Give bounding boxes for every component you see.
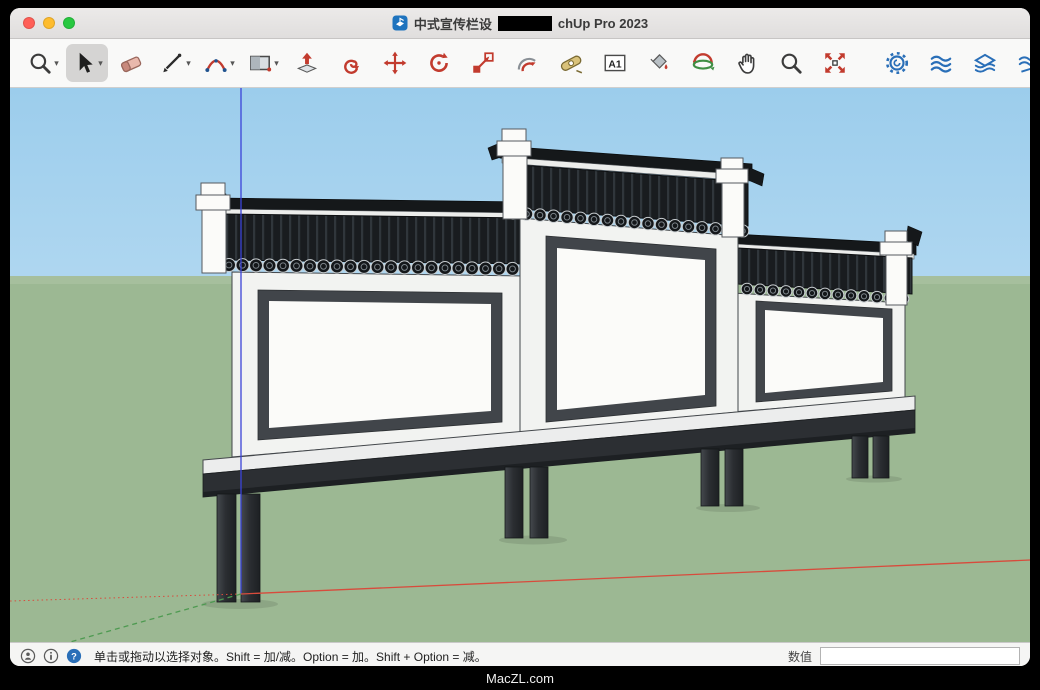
tool-orbit-button[interactable]	[682, 44, 724, 82]
fog-icon	[928, 50, 954, 76]
tool-zoom-button[interactable]	[770, 44, 812, 82]
push-pull-icon	[294, 50, 320, 76]
tool-fog-button[interactable]	[920, 44, 962, 82]
model-right-panel[interactable]	[732, 226, 922, 412]
help-icon[interactable]: ?	[66, 648, 82, 664]
sandbox-icon	[1016, 50, 1030, 76]
orbit-icon	[690, 50, 716, 76]
close-button[interactable]	[23, 17, 35, 29]
status-hint: 单击或拖动以选择对象。Shift = 加/减。Option = 加。Shift …	[94, 648, 487, 665]
select-icon	[71, 50, 97, 76]
zoom-window-button[interactable]	[63, 17, 75, 29]
tape-measure-icon	[558, 50, 584, 76]
tool-select-button[interactable]: ▾	[66, 44, 108, 82]
eraser-icon	[118, 50, 144, 76]
model-center-panel[interactable]	[488, 129, 764, 432]
toolbar: ▾ ▾ ▾ ▾ ▾ A1	[10, 39, 1030, 88]
watermark: MacZL.com	[0, 666, 1040, 690]
move-icon	[382, 50, 408, 76]
model-left-panel[interactable]	[196, 183, 540, 457]
minimize-button[interactable]	[43, 17, 55, 29]
tool-offset-button[interactable]	[506, 44, 548, 82]
svg-text:A1: A1	[608, 59, 621, 70]
tool-shapes-button[interactable]: ▾	[242, 44, 284, 82]
chevron-down-icon: ▾	[98, 59, 103, 68]
arc-icon	[203, 50, 229, 76]
tool-scale-button[interactable]	[462, 44, 504, 82]
rotate-icon	[426, 50, 452, 76]
tool-sandbox-button[interactable]	[1008, 44, 1030, 82]
tool-arc-button[interactable]: ▾	[198, 44, 240, 82]
tool-push-pull-button[interactable]	[286, 44, 328, 82]
tool-rotate-button[interactable]	[418, 44, 460, 82]
statusbar: ? 单击或拖动以选择对象。Shift = 加/减。Option = 加。Shif…	[10, 642, 1030, 666]
dimension-icon: A1	[602, 50, 628, 76]
tool-eraser-button[interactable]	[110, 44, 152, 82]
shapes-icon	[247, 50, 273, 76]
viewport-canvas[interactable]	[10, 88, 1030, 642]
svg-text:?: ?	[71, 652, 77, 662]
chevron-down-icon: ▾	[274, 59, 279, 68]
follow-me-icon	[338, 50, 364, 76]
chevron-down-icon: ▾	[230, 59, 235, 68]
sketchup-logo-icon	[392, 15, 408, 31]
redaction-box	[498, 16, 552, 31]
tool-soften-edges-button[interactable]	[964, 44, 1006, 82]
measurement-input[interactable]	[820, 647, 1020, 665]
titlebar: 中式宣传栏设 chUp Pro 2023	[10, 8, 1030, 39]
geolocation-icon[interactable]	[20, 648, 36, 664]
offset-icon	[514, 50, 540, 76]
extensions-icon	[884, 50, 910, 76]
tool-line-button[interactable]: ▾	[154, 44, 196, 82]
tool-tape-measure-button[interactable]	[550, 44, 592, 82]
tool-pan-button[interactable]	[726, 44, 768, 82]
measurement-label: 数值	[788, 648, 812, 665]
tool-move-button[interactable]	[374, 44, 416, 82]
watermark-text: MacZL.com	[486, 671, 554, 686]
tool-zoom-extents-button[interactable]	[814, 44, 856, 82]
credits-icon[interactable]	[43, 648, 59, 664]
scale-icon	[470, 50, 496, 76]
soften-edges-icon	[972, 50, 998, 76]
line-icon	[159, 50, 185, 76]
title-text-left: 中式宣传栏设	[414, 14, 492, 33]
tool-zoom-tools-button[interactable]: ▾	[22, 44, 64, 82]
tool-extensions-button[interactable]	[876, 44, 918, 82]
chevron-down-icon: ▾	[186, 59, 191, 68]
tool-paint-bucket-button[interactable]	[638, 44, 680, 82]
traffic-lights	[23, 8, 75, 38]
chevron-down-icon: ▾	[54, 59, 59, 68]
tool-follow-me-button[interactable]	[330, 44, 372, 82]
tool-dimension-button[interactable]: A1	[594, 44, 636, 82]
zoom-icon	[778, 50, 804, 76]
paint-bucket-icon	[646, 50, 672, 76]
zoom-extents-icon	[822, 50, 848, 76]
zoom-tools-icon	[27, 50, 53, 76]
title-text-right: chUp Pro 2023	[558, 16, 648, 31]
window-title: 中式宣传栏设 chUp Pro 2023	[392, 14, 648, 33]
pan-icon	[734, 50, 760, 76]
app-window: 中式宣传栏设 chUp Pro 2023 ▾ ▾ ▾ ▾ ▾ A1	[10, 8, 1030, 666]
